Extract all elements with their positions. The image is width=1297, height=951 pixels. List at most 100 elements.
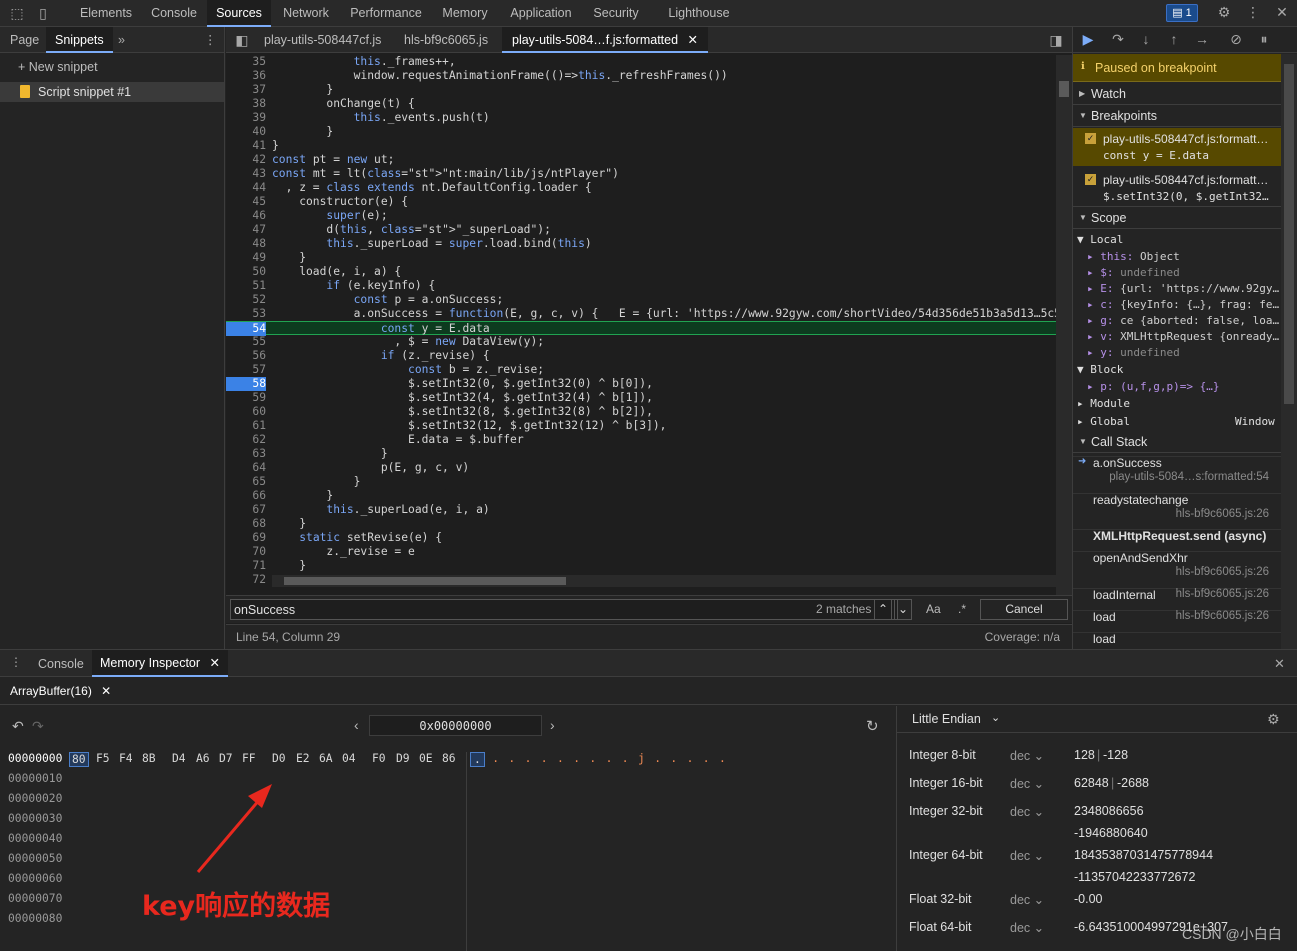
line-number[interactable]: 43 [226,167,266,181]
value-mode-select[interactable]: dec ⌄ [1010,920,1044,935]
value-mode-select[interactable]: dec ⌄ [1010,804,1044,819]
scope-variable[interactable]: ▸ c: {keyInfo: {…}, frag: fe… [1087,298,1279,311]
value-mode-select[interactable]: dec ⌄ [1010,776,1044,791]
code-line[interactable]: 55 , $ = new DataView(y); [226,335,1056,349]
code-line[interactable]: 48 this._superLoad = super.load.bind(thi… [226,237,1056,251]
code-line[interactable]: 53 a.onSuccess = function(E, g, c, v) { … [226,307,1056,321]
horizontal-scrollbar[interactable] [272,575,1056,587]
code-line[interactable]: 56 if (z._revise) { [226,349,1056,363]
pause-on-exceptions-icon[interactable]: ⏸ [1255,31,1273,48]
code-line[interactable]: 57 const b = z._revise; [226,363,1056,377]
code-line[interactable]: 66 } [226,489,1056,503]
code-line[interactable]: 40 } [226,125,1056,139]
close-tab-icon[interactable]: ✕ [101,684,111,698]
value-unsigned[interactable]: 2348086656 [1074,804,1144,818]
line-number[interactable]: 50 [226,265,266,279]
tab-console-drawer[interactable]: Console [38,657,84,671]
more-options-icon[interactable]: ⋮ [1244,4,1262,21]
settings-gear-icon[interactable]: ⚙ [1215,4,1233,21]
tab-elements[interactable]: Elements [70,0,142,27]
scope-block[interactable]: ▼ Block [1077,363,1123,376]
navigator-menu-icon[interactable]: ⋮ [204,27,217,53]
tab-snippets[interactable]: Snippets [46,27,113,53]
new-snippet-button[interactable]: + New snippet [18,60,98,74]
sidebar-scrollbar[interactable] [1281,54,1297,649]
scope-module[interactable]: ▸ Module [1077,397,1130,410]
tab-page[interactable]: Page [10,27,39,53]
tab-sources[interactable]: Sources [207,0,271,27]
line-number[interactable]: 41 [226,139,266,153]
value-signed[interactable]: -2688 [1117,776,1149,790]
tab-memory-inspector[interactable]: Memory Inspector ✕ [92,650,228,677]
code-line[interactable]: 67 this._superLoad(e, i, a) [226,503,1056,517]
device-toolbar-icon[interactable]: ▯ [34,5,52,22]
code-line[interactable]: 68 } [226,517,1056,531]
scope-local[interactable]: ▼ Local [1077,233,1123,246]
call-frame[interactable]: readystatechange hls-bf9c6065.js:26 [1073,493,1281,520]
code-line[interactable]: 49 } [226,251,1056,265]
deactivate-breakpoints-icon[interactable]: ⊘ [1227,31,1245,48]
scope-variable[interactable]: ▸ p: (u,f,g,p)=> {…} [1087,380,1219,393]
line-number[interactable]: 42 [226,153,266,167]
editor-tab[interactable]: hls-bf9c6065.js [404,27,488,53]
hscroll-thumb[interactable] [284,577,566,585]
breakpoint-marker[interactable]: 54 [226,322,266,336]
more-tabs-chevron-icon[interactable]: » [118,27,125,53]
close-tab-icon[interactable]: ✕ [210,656,220,670]
code-line[interactable]: 64 p(E, g, c, v) [226,461,1056,475]
code-line[interactable]: 61 $.setInt32(12, $.getInt32(12) ^ b[3])… [226,419,1056,433]
code-line[interactable]: 42 const pt = new ut; [226,153,1056,167]
code-line[interactable]: 50 load(e, i, a) { [226,265,1056,279]
issues-badge[interactable]: ▤ 1 [1166,4,1198,22]
tab-application[interactable]: Application [500,0,582,27]
scope-variable[interactable]: ▸ $: undefined [1087,266,1180,279]
inspect-element-icon[interactable]: ⬚ [8,5,26,22]
code-line[interactable]: 37 } [226,83,1056,97]
value-primary[interactable]: 128 [1074,748,1095,762]
scope-global-value[interactable]: Window [1235,415,1275,428]
line-number[interactable]: 51 [226,279,266,293]
code-line[interactable]: 63 } [226,447,1056,461]
toggle-navigator-icon[interactable]: ◧ [234,32,250,49]
scrollbar-thumb[interactable] [1284,64,1294,404]
code-line[interactable]: 44 , z = class extends nt.DefaultConfig.… [226,181,1056,195]
step-out-icon[interactable]: ↑ [1165,31,1183,47]
line-number[interactable]: 70 [226,545,266,559]
line-number[interactable]: 47 [226,223,266,237]
value-mode-select[interactable]: dec ⌄ [1010,848,1044,863]
scope-variable[interactable]: ▸ E: {url: 'https://www.92gy… [1087,282,1279,295]
line-number[interactable]: 67 [226,503,266,517]
line-number[interactable]: 62 [226,433,266,447]
scope-variable[interactable]: ▸ y: undefined [1087,346,1180,359]
tab-network[interactable]: Network [272,0,340,27]
scope-variable[interactable]: ▸ g: ce {aborted: false, loa… [1087,314,1279,327]
value-signed[interactable]: -1946880640 [1074,826,1148,840]
code-line[interactable]: 71 } [226,559,1056,573]
code-line[interactable]: 65 } [226,475,1056,489]
search-input[interactable] [230,599,898,620]
code-line[interactable]: 36 window.requestAnimationFrame(()=>this… [226,69,1056,83]
line-number[interactable]: 61 [226,419,266,433]
line-number[interactable]: 49 [226,251,266,265]
value-signed[interactable]: -128 [1103,748,1128,762]
line-number[interactable]: 38 [226,97,266,111]
line-number[interactable]: 71 [226,559,266,573]
value-primary[interactable]: -0.00 [1074,892,1103,906]
scope-global[interactable]: ▸ Global [1077,415,1130,428]
match-case-button[interactable]: Aa [926,602,941,616]
line-number[interactable]: 65 [226,475,266,489]
line-number[interactable]: 48 [226,237,266,251]
code-line[interactable]: 38 onChange(t) { [226,97,1056,111]
code-line[interactable]: 45 constructor(e) { [226,195,1056,209]
line-number[interactable]: 40 [226,125,266,139]
tab-console[interactable]: Console [142,0,206,27]
line-number[interactable]: 55 [226,335,266,349]
scope-variable[interactable]: ▸ v: XMLHttpRequest {onready… [1087,330,1279,343]
drawer-menu-icon[interactable]: ⋮ [10,655,22,669]
tab-lighthouse[interactable]: Lighthouse [654,0,744,27]
step-into-icon[interactable]: ↓ [1137,31,1155,47]
code-line[interactable]: 51 if (e.keyInfo) { [226,279,1056,293]
code-line[interactable]: 35 this._frames++, [226,55,1056,69]
line-number[interactable]: 37 [226,83,266,97]
line-number[interactable]: 36 [226,69,266,83]
